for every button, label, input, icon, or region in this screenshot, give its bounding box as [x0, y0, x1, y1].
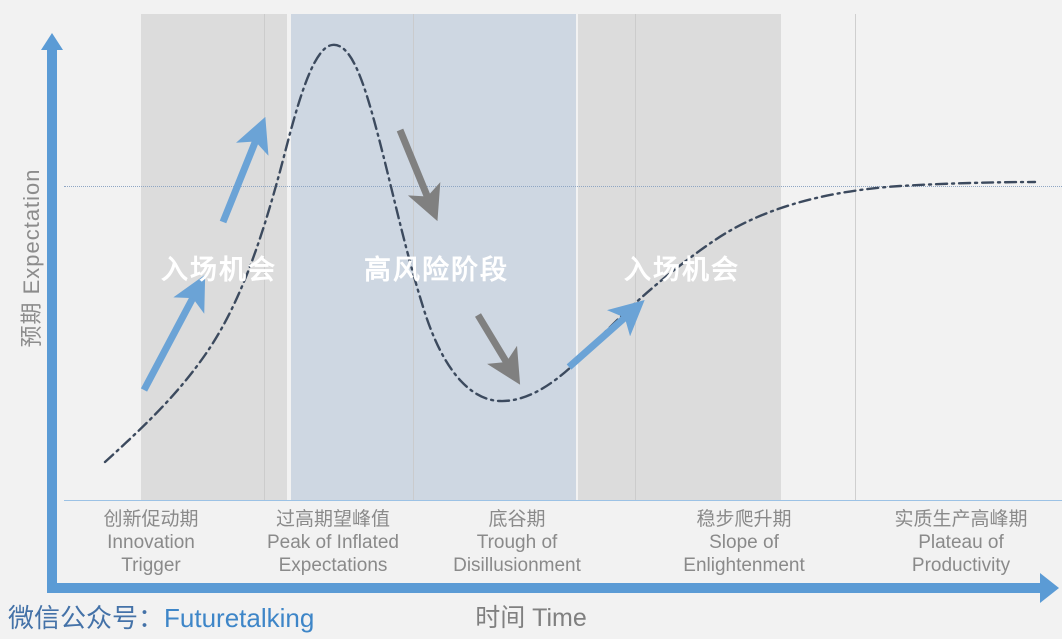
- phase-label-en-line2: Trigger: [121, 555, 181, 576]
- watermark-prefix: 微信公众号：: [8, 603, 165, 633]
- plot-baseline: [64, 500, 1062, 501]
- phase-label-en-line1: Plateau of: [918, 532, 1004, 553]
- phase-label-plateau-of-productivity: 实质生产高峰期 Plateau of Productivity: [866, 508, 1056, 577]
- phase-label-trough-of-disillusionment: 底谷期 Trough of Disillusionment: [427, 508, 607, 577]
- phase-label-en-line2: Enlightenment: [683, 555, 805, 576]
- y-axis: [47, 48, 57, 593]
- x-axis: [47, 583, 1047, 593]
- phase-label-peak-of-inflated-expectations: 过高期望峰值 Peak of Inflated Expectations: [243, 508, 423, 577]
- callout-entry-opportunity-1: 入场机会: [161, 255, 277, 285]
- arrow-up-1: [140, 274, 206, 392]
- phase-label-cn: 创新促动期: [103, 509, 199, 530]
- y-axis-title: 预期 Expectation: [19, 168, 44, 348]
- watermark: 微信公众号：Futuretalking: [8, 598, 314, 635]
- hype-cycle-chart: 入场机会 高风险阶段 入场机会 预期 Expectation 时间 Time 创…: [0, 0, 1062, 639]
- callout-high-risk: 高风险阶段: [364, 255, 509, 285]
- phase-label-en-line2: Disillusionment: [453, 555, 581, 576]
- watermark-handle: Futuretalking: [164, 603, 315, 633]
- arrow-down-1: [396, 128, 441, 222]
- arrow-down-2: [475, 313, 521, 385]
- phase-label-en-line2: Expectations: [278, 555, 388, 576]
- phase-label-cn: 底谷期: [488, 509, 546, 530]
- phase-label-cn: 过高期望峰值: [275, 509, 390, 530]
- phase-label-en-line1: Trough of: [476, 532, 558, 553]
- phase-label-en-line2: Productivity: [911, 555, 1011, 576]
- phase-label-en-line1: Peak of Inflated: [266, 532, 400, 553]
- phase-label-en-line1: Innovation: [107, 532, 195, 553]
- arrow-up-3: [566, 300, 645, 370]
- phase-label-en-line1: Slope of: [709, 532, 779, 553]
- callout-entry-opportunity-2: 入场机会: [624, 255, 740, 285]
- phase-label-cn: 实质生产高峰期: [894, 509, 1028, 530]
- phase-label-innovation-trigger: 创新促动期 Innovation Trigger: [64, 508, 238, 577]
- arrow-up-2: [219, 116, 269, 224]
- phase-label-cn: 稳步爬升期: [696, 509, 792, 530]
- phase-label-slope-of-enlightenment: 稳步爬升期 Slope of Enlightenment: [652, 508, 836, 577]
